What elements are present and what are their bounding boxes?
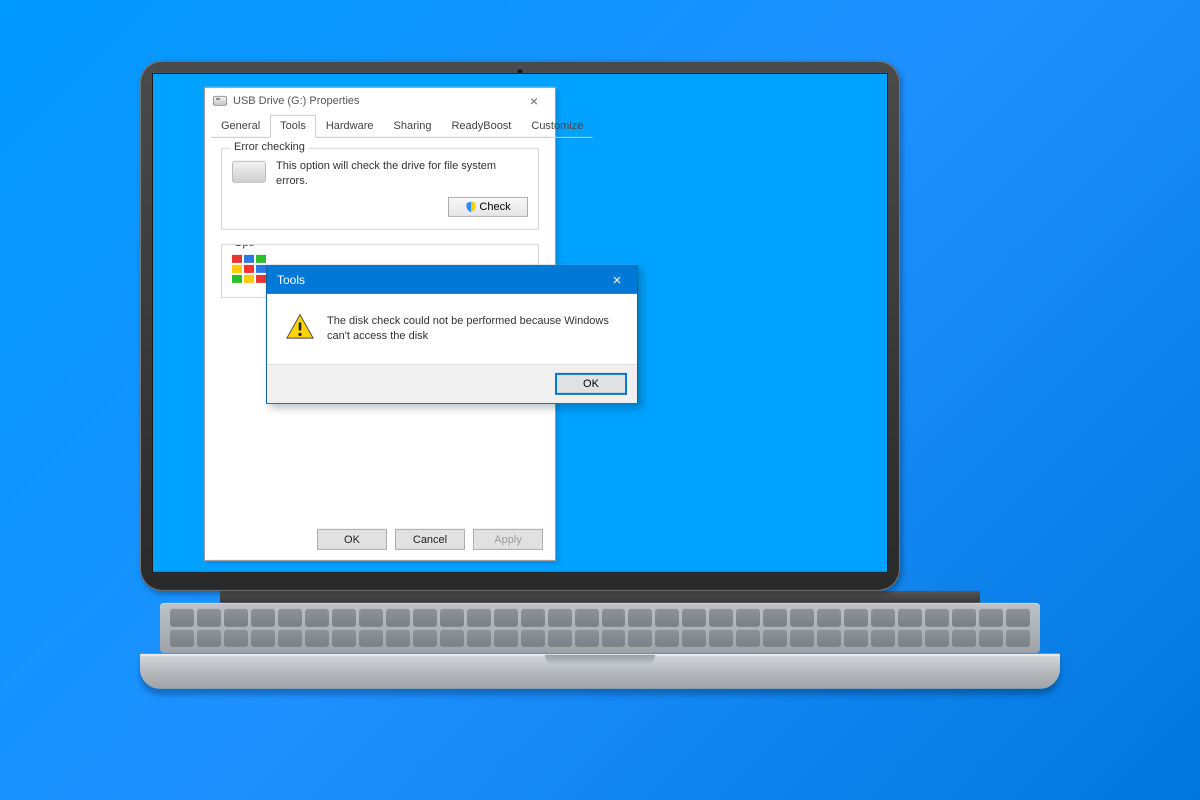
group-error-checking: Error checking This option will check th…	[221, 148, 539, 230]
warning-icon	[285, 312, 315, 342]
error-dialog: Tools × The disk check could not be perf…	[266, 265, 638, 404]
laptop-base	[140, 653, 1060, 689]
laptop-keyboard	[160, 603, 1040, 653]
apply-button: Apply	[473, 529, 543, 550]
tab-readyboost[interactable]: ReadyBoost	[441, 115, 521, 138]
error-dialog-button-bar: OK	[267, 364, 637, 403]
tab-general[interactable]: General	[211, 115, 270, 138]
close-button[interactable]: ×	[517, 88, 551, 114]
error-dialog-title: Tools	[277, 273, 305, 287]
tabs: General Tools Hardware Sharing ReadyBoos…	[205, 114, 555, 137]
error-checking-desc: This option will check the drive for fil…	[276, 159, 528, 189]
shield-icon	[465, 201, 477, 213]
properties-titlebar[interactable]: USB Drive (G:) Properties ×	[205, 88, 555, 114]
error-dialog-titlebar[interactable]: Tools ×	[267, 266, 637, 294]
check-button-label: Check	[479, 201, 510, 213]
properties-button-bar: OK Cancel Apply	[205, 521, 555, 560]
tab-tools[interactable]: Tools	[270, 115, 316, 138]
drive-icon	[232, 161, 266, 183]
error-ok-button[interactable]: OK	[555, 373, 627, 395]
error-dialog-message: The disk check could not be performed be…	[327, 312, 619, 344]
error-dialog-body: The disk check could not be performed be…	[267, 294, 637, 364]
tab-customize[interactable]: Customize	[521, 115, 593, 138]
close-button[interactable]: ×	[597, 266, 637, 294]
defrag-icon	[232, 255, 266, 285]
ok-button[interactable]: OK	[317, 529, 387, 550]
check-button[interactable]: Check	[448, 197, 528, 217]
desktop-screen: USB Drive (G:) Properties × General Tool…	[152, 73, 888, 573]
drive-icon	[213, 96, 227, 106]
group-label-error-checking: Error checking	[230, 141, 309, 153]
cancel-button[interactable]: Cancel	[395, 529, 465, 550]
group-label-optimize: Opti	[230, 244, 258, 249]
tab-sharing[interactable]: Sharing	[384, 115, 442, 138]
laptop-frame: USB Drive (G:) Properties × General Tool…	[140, 61, 1060, 689]
screen-bezel: USB Drive (G:) Properties × General Tool…	[140, 61, 900, 591]
properties-title: USB Drive (G:) Properties	[233, 95, 360, 107]
tab-hardware[interactable]: Hardware	[316, 115, 384, 138]
